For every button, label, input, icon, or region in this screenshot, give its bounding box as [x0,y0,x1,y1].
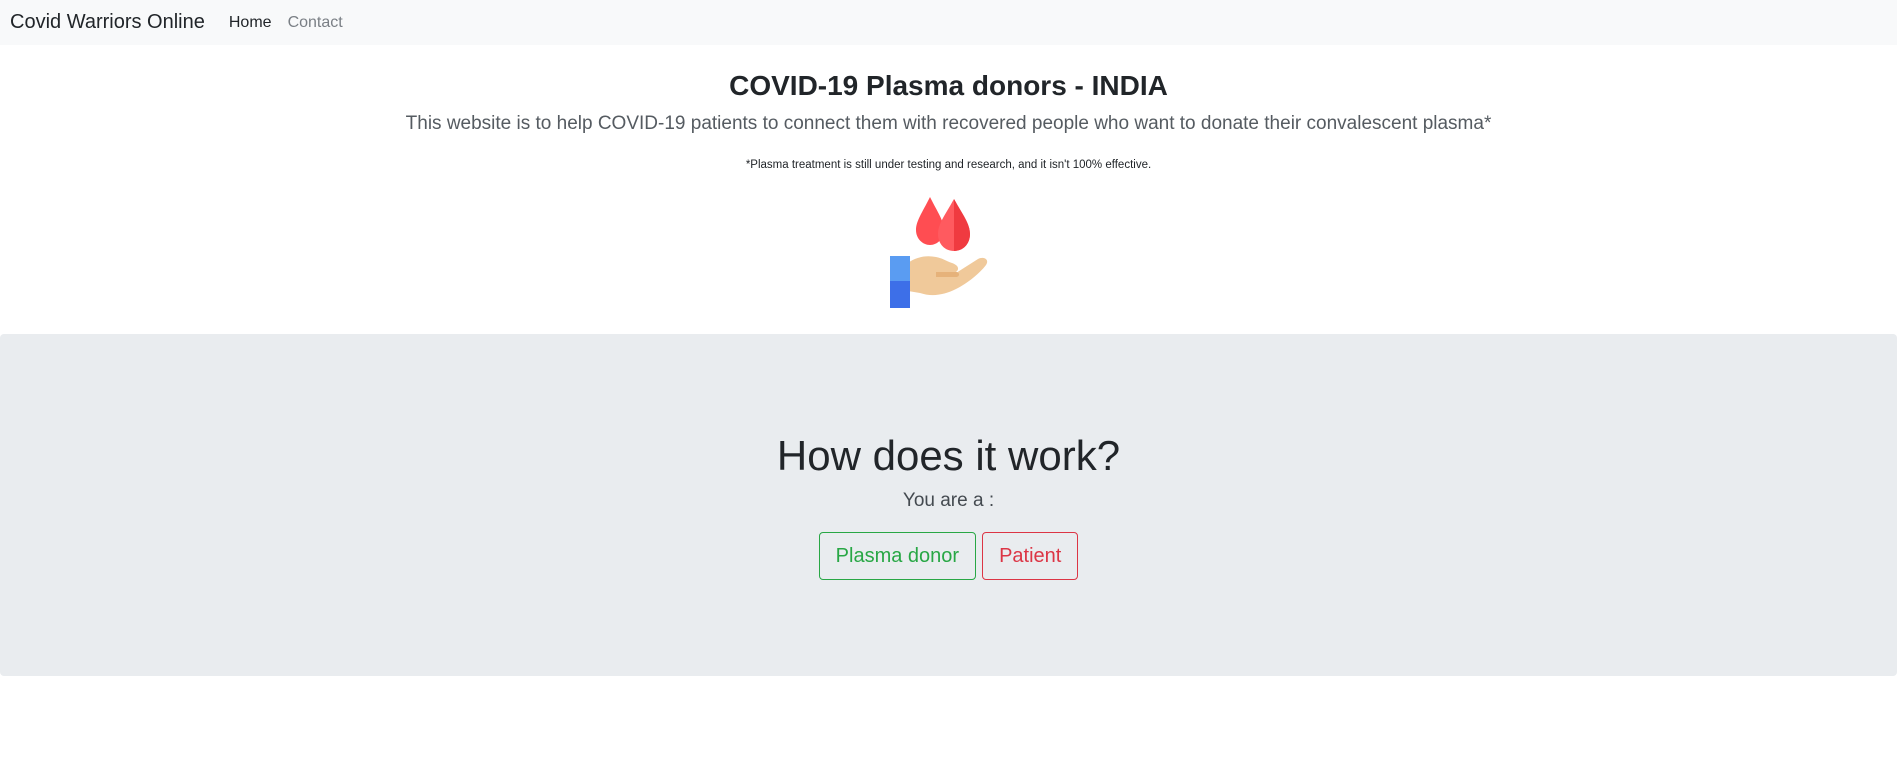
sleeve-icon [890,256,910,283]
patient-button[interactable]: Patient [982,532,1079,580]
brand-link[interactable]: Covid Warriors Online [10,11,205,34]
hero-section: COVID-19 Plasma donors - INDIA This webs… [0,45,1897,335]
page-subtitle: This website is to help COVID-19 patient… [405,113,1492,134]
page-title: COVID-19 Plasma donors - INDIA [729,70,1168,101]
hand-holding-blood-drops-icon [890,197,988,308]
role-prompt: You are a : [902,490,995,511]
navbar: Covid Warriors Online Home Contact [0,0,1897,45]
nav-link-contact[interactable]: Contact [288,14,343,32]
how-it-works-title: How does it work? [776,432,1121,479]
plasma-donor-button[interactable]: Plasma donor [818,532,977,580]
role-button-group: Plasma donor Patient [0,532,1897,580]
nav-link-home[interactable]: Home [229,14,272,32]
disclaimer-note: *Plasma treatment is still under testing… [745,159,1152,171]
how-it-works-section: How does it work? You are a : Plasma don… [0,334,1897,676]
